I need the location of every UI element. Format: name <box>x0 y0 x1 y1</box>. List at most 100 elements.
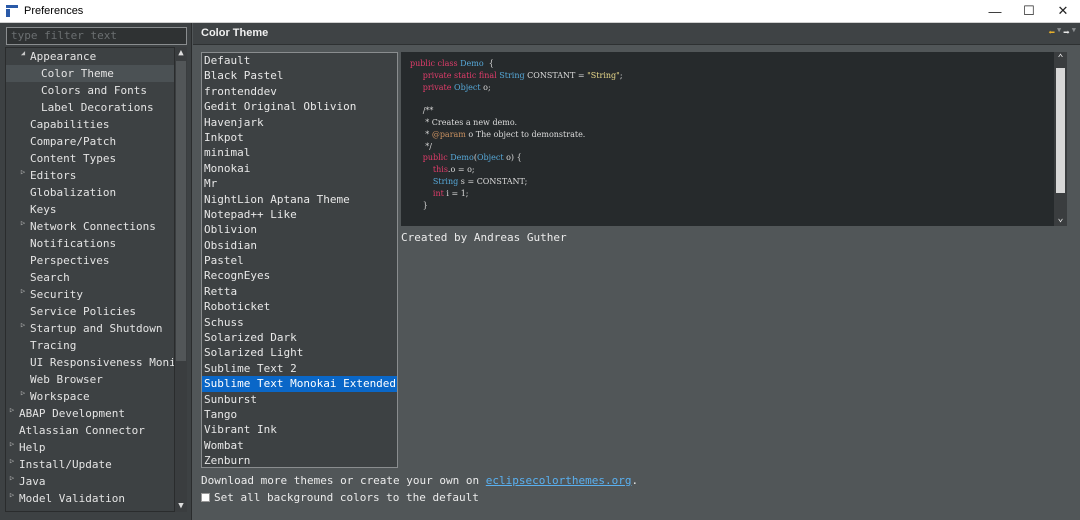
theme-list-item[interactable]: Sublime Text 2 <box>202 361 397 376</box>
theme-list-item[interactable]: Vibrant Ink <box>202 422 397 437</box>
tree-item[interactable]: UI Responsiveness Monito <box>6 354 174 371</box>
tree-item[interactable]: Label Decorations <box>6 99 174 116</box>
chevron-up-icon[interactable]: ⌃ <box>1054 52 1067 66</box>
tree-item[interactable]: Search <box>6 269 174 286</box>
collapsed-arrow-icon[interactable]: ▷ <box>18 385 28 402</box>
collapsed-arrow-icon[interactable]: ▷ <box>7 453 17 470</box>
theme-list-item[interactable]: Notepad++ Like <box>202 207 397 222</box>
theme-list-item[interactable]: Solarized Dark <box>202 330 397 345</box>
tree-item[interactable]: ▷ ABAP Development <box>6 405 174 422</box>
theme-list-item[interactable]: frontenddev <box>202 84 397 99</box>
theme-list-item[interactable]: Sublime Text Monokai Extended <box>202 376 397 392</box>
theme-list-item[interactable]: Inkpot <box>202 130 397 145</box>
chevron-down-icon[interactable]: ▼ <box>1057 26 1061 39</box>
theme-list-item[interactable]: Havenjark <box>202 115 397 130</box>
preferences-tree[interactable]: ◢ Appearance Color Theme Colors and Fonts La… <box>5 47 175 512</box>
collapsed-arrow-icon[interactable]: ▷ <box>7 487 17 504</box>
theme-list[interactable]: Default Black Pastel frontenddev Gedit Orig… <box>201 52 398 468</box>
tree-item[interactable]: Color Theme <box>6 65 174 82</box>
tree-item-label: Workspace <box>30 390 90 403</box>
tree-item[interactable]: Tracing <box>6 337 174 354</box>
collapsed-arrow-icon[interactable]: ▷ <box>18 317 28 334</box>
tree-item-label: Help <box>19 441 46 454</box>
tree-item[interactable]: ▷ Java <box>6 473 174 490</box>
theme-list-item[interactable]: Monokai <box>202 161 397 176</box>
checkbox-label: Set all background colors to the default <box>214 491 479 504</box>
tree-item-label: Atlassian Connector <box>19 424 145 437</box>
theme-list-item[interactable]: Pastel <box>202 253 397 268</box>
default-background-checkbox[interactable] <box>201 493 210 502</box>
theme-list-item[interactable]: Zenburn <box>202 453 397 467</box>
theme-list-item[interactable]: Solarized Light <box>202 345 397 360</box>
filter-input[interactable]: type filter text <box>6 27 187 45</box>
theme-list-item[interactable]: NightLion Aptana Theme <box>202 192 397 207</box>
preview-scrollbar[interactable]: ⌃ ⌄ <box>1054 52 1067 226</box>
theme-list-item[interactable]: Roboticket <box>202 299 397 314</box>
theme-list-item[interactable]: Mr <box>202 176 397 191</box>
theme-list-item[interactable]: Sunburst <box>202 392 397 407</box>
theme-list-item[interactable]: Wombat <box>202 438 397 453</box>
tree-item[interactable]: Content Types <box>6 150 174 167</box>
collapsed-arrow-icon[interactable]: ▷ <box>7 436 17 453</box>
theme-list-item[interactable]: minimal <box>202 145 397 160</box>
tree-item-label: Startup and Shutdown <box>30 322 163 335</box>
tree-item[interactable]: ▷ Model Validation <box>6 490 174 507</box>
tree-item[interactable]: Web Browser <box>6 371 174 388</box>
tree-item[interactable]: Colors and Fonts <box>6 82 174 99</box>
theme-list-item[interactable]: Obsidian <box>202 238 397 253</box>
minimize-button[interactable]: — <box>978 0 1012 22</box>
tree-item[interactable]: Globalization <box>6 184 174 201</box>
code-line: /** <box>410 106 434 116</box>
expanded-arrow-icon[interactable]: ◢ <box>18 48 28 62</box>
code-line: * @param o The object to demonstrate. <box>410 129 586 139</box>
forward-arrow-icon[interactable]: ➡ <box>1063 26 1070 39</box>
download-themes-text: Download more themes or create your own … <box>201 474 638 487</box>
scroll-thumb[interactable] <box>176 61 186 361</box>
eclipsecolorthemes-link[interactable]: eclipsecolorthemes.org <box>486 474 632 487</box>
tree-vertical-scrollbar[interactable]: ▲ ▼ <box>175 47 187 512</box>
tree-item[interactable]: ▷ Startup and Shutdown <box>6 320 174 337</box>
chevron-down-icon[interactable]: ⌄ <box>1054 212 1067 226</box>
theme-list-item[interactable]: Retta <box>202 284 397 299</box>
collapsed-arrow-icon[interactable]: ▷ <box>7 470 17 487</box>
theme-list-item[interactable]: Schuss <box>202 315 397 330</box>
theme-list-item[interactable]: Gedit Original Oblivion <box>202 99 397 114</box>
tree-item-label: Colors and Fonts <box>41 84 147 97</box>
theme-list-item[interactable]: RecognEyes <box>202 268 397 283</box>
tree-item-label: Model Validation <box>19 492 125 505</box>
tree-item-label: Install/Update <box>19 458 112 471</box>
theme-list-item[interactable]: Oblivion <box>202 222 397 237</box>
theme-list-item[interactable]: Default <box>202 53 397 68</box>
maximize-button[interactable]: ☐ <box>1012 0 1046 22</box>
tree-item[interactable]: Atlassian Connector <box>6 422 174 439</box>
tree-item[interactable]: Keys <box>6 201 174 218</box>
chevron-down-icon[interactable]: ▼ <box>1072 26 1076 39</box>
tree-item[interactable]: Notifications <box>6 235 174 252</box>
tree-item[interactable]: Capabilities <box>6 116 174 133</box>
tree-item[interactable]: ◢ Appearance <box>6 48 174 65</box>
default-background-option[interactable]: Set all background colors to the default <box>201 491 479 504</box>
tree-item[interactable]: ▷ Install/Update <box>6 456 174 473</box>
scroll-up-icon[interactable]: ▲ <box>175 47 187 59</box>
tree-item[interactable]: ▷ Help <box>6 439 174 456</box>
tree-item[interactable]: Compare/Patch <box>6 133 174 150</box>
scroll-down-icon[interactable]: ▼ <box>175 500 187 512</box>
code-line: private static final String CONSTANT = "… <box>422 70 623 80</box>
theme-list-item[interactable]: Black Pastel <box>202 68 397 83</box>
preferences-navigation-panel: type filter text ◢ Appearance Color Theme C… <box>0 23 192 520</box>
close-button[interactable]: ✕ <box>1046 0 1080 22</box>
tree-item[interactable]: ▷ Editors <box>6 167 174 184</box>
collapsed-arrow-icon[interactable]: ▷ <box>18 215 28 232</box>
tree-item[interactable]: Service Policies <box>6 303 174 320</box>
scroll-thumb[interactable] <box>1056 68 1065 193</box>
tree-item[interactable]: ▷ Security <box>6 286 174 303</box>
download-prefix: Download more themes or create your own … <box>201 474 486 487</box>
back-arrow-icon[interactable]: ⬅ <box>1048 26 1055 39</box>
tree-item[interactable]: ▷ Network Connections <box>6 218 174 235</box>
tree-item[interactable]: ▷ Workspace <box>6 388 174 405</box>
tree-item[interactable]: Perspectives <box>6 252 174 269</box>
collapsed-arrow-icon[interactable]: ▷ <box>18 283 28 300</box>
collapsed-arrow-icon[interactable]: ▷ <box>18 164 28 181</box>
collapsed-arrow-icon[interactable]: ▷ <box>7 402 17 419</box>
theme-list-item[interactable]: Tango <box>202 407 397 422</box>
